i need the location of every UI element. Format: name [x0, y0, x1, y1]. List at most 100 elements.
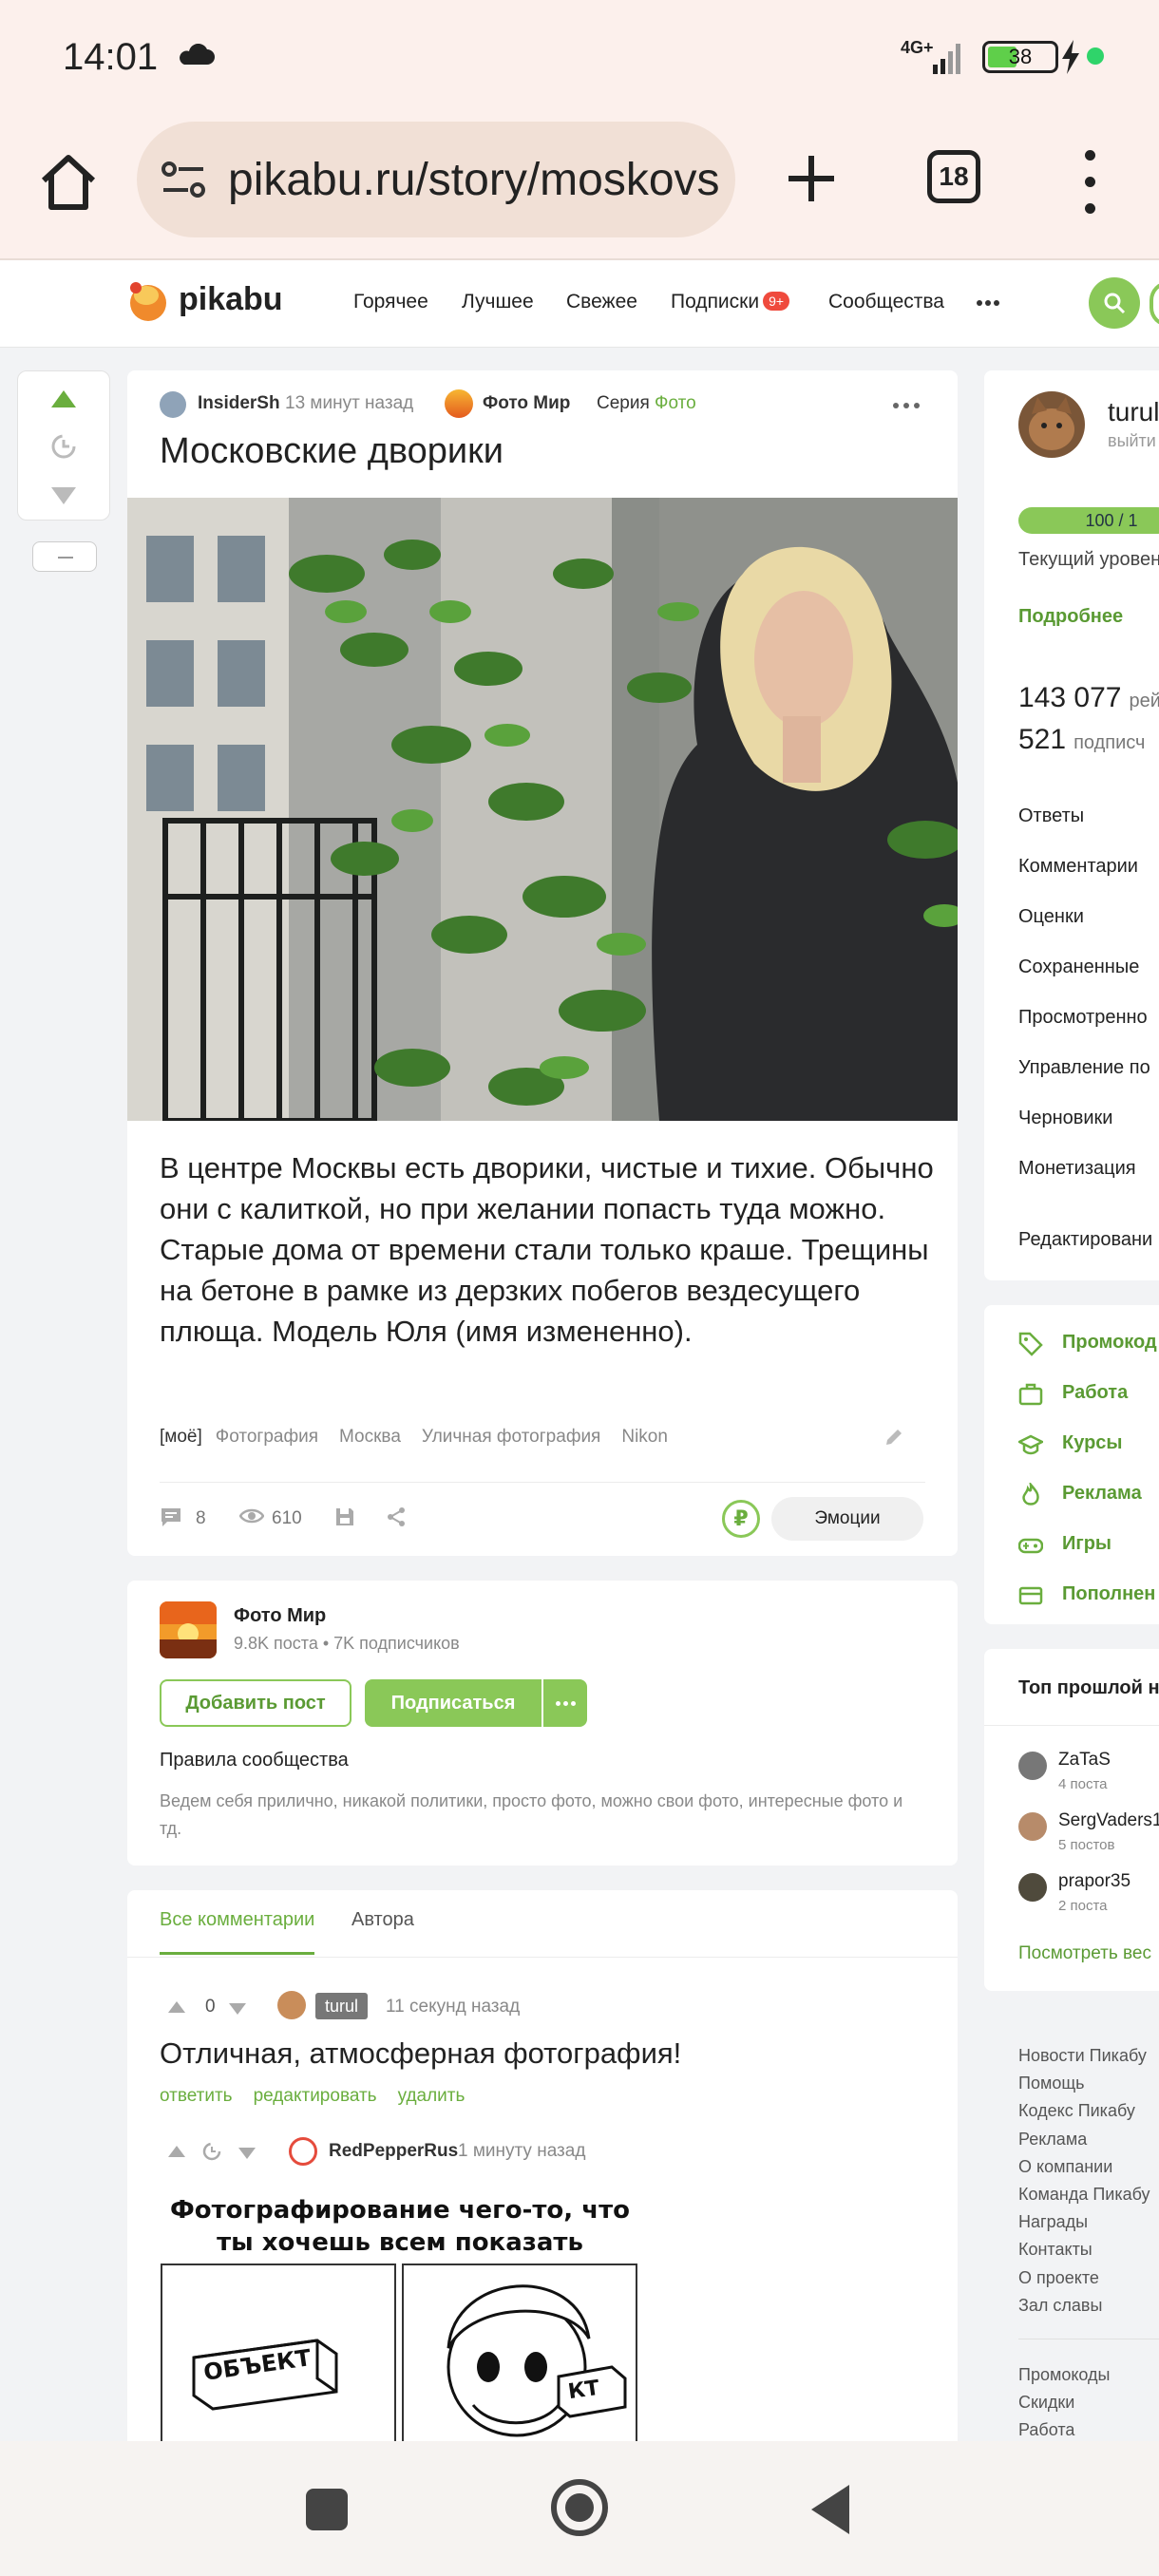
community-name[interactable]: Фото Мир	[234, 1605, 326, 1627]
comments-count[interactable]: 8	[196, 1508, 206, 1529]
profile-button[interactable]	[1150, 281, 1159, 327]
tag-nikon[interactable]: Nikon	[621, 1427, 668, 1447]
footer-link[interactable]: Кодекс Пикабу	[1018, 2097, 1159, 2125]
browser-menu-icon[interactable]	[1074, 148, 1106, 215]
add-post-button[interactable]: Добавить пост	[160, 1679, 352, 1727]
level-more-link[interactable]: Подробнее	[1018, 606, 1123, 628]
story-card: InsiderSh 13 минут назад Фото Мир Серия …	[127, 370, 958, 1556]
footer-link[interactable]: Контакты	[1018, 2236, 1159, 2263]
address-bar[interactable]: pikabu.ru/story/moskovs	[137, 122, 735, 237]
nav-subscriptions[interactable]: Подписки 9+	[671, 291, 790, 313]
footer-link[interactable]: О проекте	[1018, 2264, 1159, 2292]
home-icon[interactable]	[34, 148, 103, 217]
story-more-icon[interactable]	[893, 403, 922, 408]
sidebar-item-answers[interactable]: Ответы	[1018, 805, 1084, 827]
nav-more-icon[interactable]	[977, 300, 999, 308]
top-user-item[interactable]: ZaTaS 4 поста	[1018, 1750, 1159, 1807]
donate-icon[interactable]: ₽	[722, 1500, 760, 1538]
edit-tags-icon[interactable]	[884, 1427, 904, 1448]
story-title[interactable]: Московские дворики	[160, 431, 504, 472]
sidebar-item-viewed[interactable]: Просмотренно	[1018, 1007, 1148, 1029]
back-icon[interactable]	[808, 2483, 851, 2536]
nav-best[interactable]: Лучшее	[462, 291, 534, 313]
save-icon[interactable]	[334, 1506, 355, 1527]
logout-link[interactable]: выйти	[1108, 431, 1156, 451]
comments-icon[interactable]	[160, 1506, 182, 1527]
nav-subscriptions-label: Подписки	[671, 291, 760, 313]
community-avatar-large[interactable]	[160, 1601, 217, 1658]
comment2-clock-icon[interactable]	[201, 2141, 222, 2162]
new-tab-icon[interactable]	[777, 144, 846, 213]
url-text: pikabu.ru/story/moskovs	[228, 155, 720, 205]
top-user-avatar	[1018, 1752, 1047, 1780]
footer-link[interactable]: Новости Пикабу	[1018, 2042, 1159, 2070]
search-button[interactable]	[1089, 277, 1140, 329]
footer-link[interactable]: Реклама	[1018, 2126, 1159, 2153]
tag-own[interactable]: [моё]	[160, 1427, 202, 1447]
community-avatar[interactable]	[445, 389, 473, 418]
footer-link[interactable]: Промокоды	[1018, 2361, 1159, 2389]
footer-link[interactable]: Зал славы	[1018, 2292, 1159, 2320]
story-photo[interactable]	[127, 498, 958, 1121]
sidebar-item-saved[interactable]: Сохраненные	[1018, 957, 1139, 978]
comment2-avatar[interactable]	[289, 2137, 317, 2166]
share-icon[interactable]	[386, 1506, 407, 1527]
emotions-button[interactable]: Эмоции	[771, 1497, 923, 1541]
story-author[interactable]: InsiderSh	[198, 393, 280, 414]
tag-photography[interactable]: Фотография	[216, 1427, 318, 1447]
author-avatar[interactable]	[160, 391, 186, 418]
comment2-upvote-icon[interactable]	[167, 2145, 186, 2158]
top-user-item[interactable]: SergVaders1 5 постов	[1018, 1810, 1159, 1867]
site-settings-icon[interactable]	[162, 160, 205, 199]
top-users-title: Топ прошлой не	[1018, 1677, 1159, 1698]
community-subscribers: 7K подписчиков	[333, 1634, 460, 1653]
nav-fresh[interactable]: Свежее	[566, 291, 637, 313]
footer-link[interactable]: Скидки	[1018, 2389, 1159, 2416]
rating-stat: 143 077 рей	[1018, 682, 1159, 714]
home-nav-icon[interactable]	[551, 2479, 608, 2536]
footer-link[interactable]: Команда Пикабу	[1018, 2181, 1159, 2208]
sidebar-item-drafts[interactable]: Черновики	[1018, 1108, 1112, 1129]
footer-link[interactable]: Работа	[1018, 2416, 1159, 2444]
collapse-story-button[interactable]	[32, 541, 97, 572]
upvote-icon[interactable]	[49, 388, 78, 409]
sidebar-item-manage-subs[interactable]: Управление по	[1018, 1057, 1150, 1079]
tag-street-photo[interactable]: Уличная фотография	[422, 1427, 600, 1447]
delete-link[interactable]: удалить	[398, 2086, 466, 2106]
sidebar-item-ratings[interactable]: Оценки	[1018, 906, 1084, 928]
subscribe-button[interactable]: Подписаться	[365, 1679, 542, 1727]
tab-switcher-button[interactable]: 18	[927, 150, 980, 203]
edit-link[interactable]: редактировать	[254, 2086, 377, 2106]
sidebar-item-edit-profile[interactable]: Редактировани	[1018, 1229, 1152, 1251]
story-series[interactable]: Серия Фото	[597, 393, 696, 414]
save-later-clock-icon[interactable]	[49, 432, 78, 461]
see-all-top-link[interactable]: Посмотреть вес	[1018, 1943, 1151, 1964]
footer-link[interactable]: Помощь	[1018, 2070, 1159, 2097]
tab-author-comments[interactable]: Автора	[352, 1909, 414, 1931]
comment2-downvote-icon[interactable]	[238, 2147, 256, 2160]
profile-avatar[interactable]	[1018, 391, 1085, 458]
profile-username[interactable]: turul	[1108, 397, 1159, 427]
sidebar-item-comments[interactable]: Комментарии	[1018, 856, 1138, 878]
downvote-icon[interactable]	[49, 485, 78, 506]
tab-all-comments[interactable]: Все комментарии	[160, 1909, 315, 1955]
story-community[interactable]: Фото Мир	[483, 393, 570, 414]
comment-user[interactable]: turul	[315, 1993, 369, 2019]
nav-communities[interactable]: Сообщества	[828, 291, 944, 313]
comment2-user[interactable]: RedPepperRus	[329, 2141, 458, 2162]
pikabu-logo-icon[interactable]	[127, 279, 167, 323]
comment-downvote-icon[interactable]	[228, 2002, 247, 2016]
comment2-time: 1 минуту назад	[458, 2141, 586, 2161]
tag-moscow[interactable]: Москва	[339, 1427, 401, 1447]
comment-upvote-icon[interactable]	[167, 2000, 186, 2014]
pikabu-logo-text[interactable]: pikabu	[179, 281, 283, 318]
recent-apps-icon[interactable]	[306, 2489, 348, 2530]
footer-link[interactable]: Награды	[1018, 2208, 1159, 2236]
subscribe-more-icon[interactable]	[543, 1679, 587, 1727]
reply-link[interactable]: ответить	[160, 2086, 233, 2106]
top-user-item[interactable]: prapor35 2 поста	[1018, 1871, 1159, 1928]
footer-link[interactable]: О компании	[1018, 2153, 1159, 2181]
sidebar-item-monetization[interactable]: Монетизация	[1018, 1158, 1136, 1180]
nav-hot[interactable]: Горячее	[353, 291, 428, 313]
comment-avatar[interactable]	[277, 1991, 306, 2019]
